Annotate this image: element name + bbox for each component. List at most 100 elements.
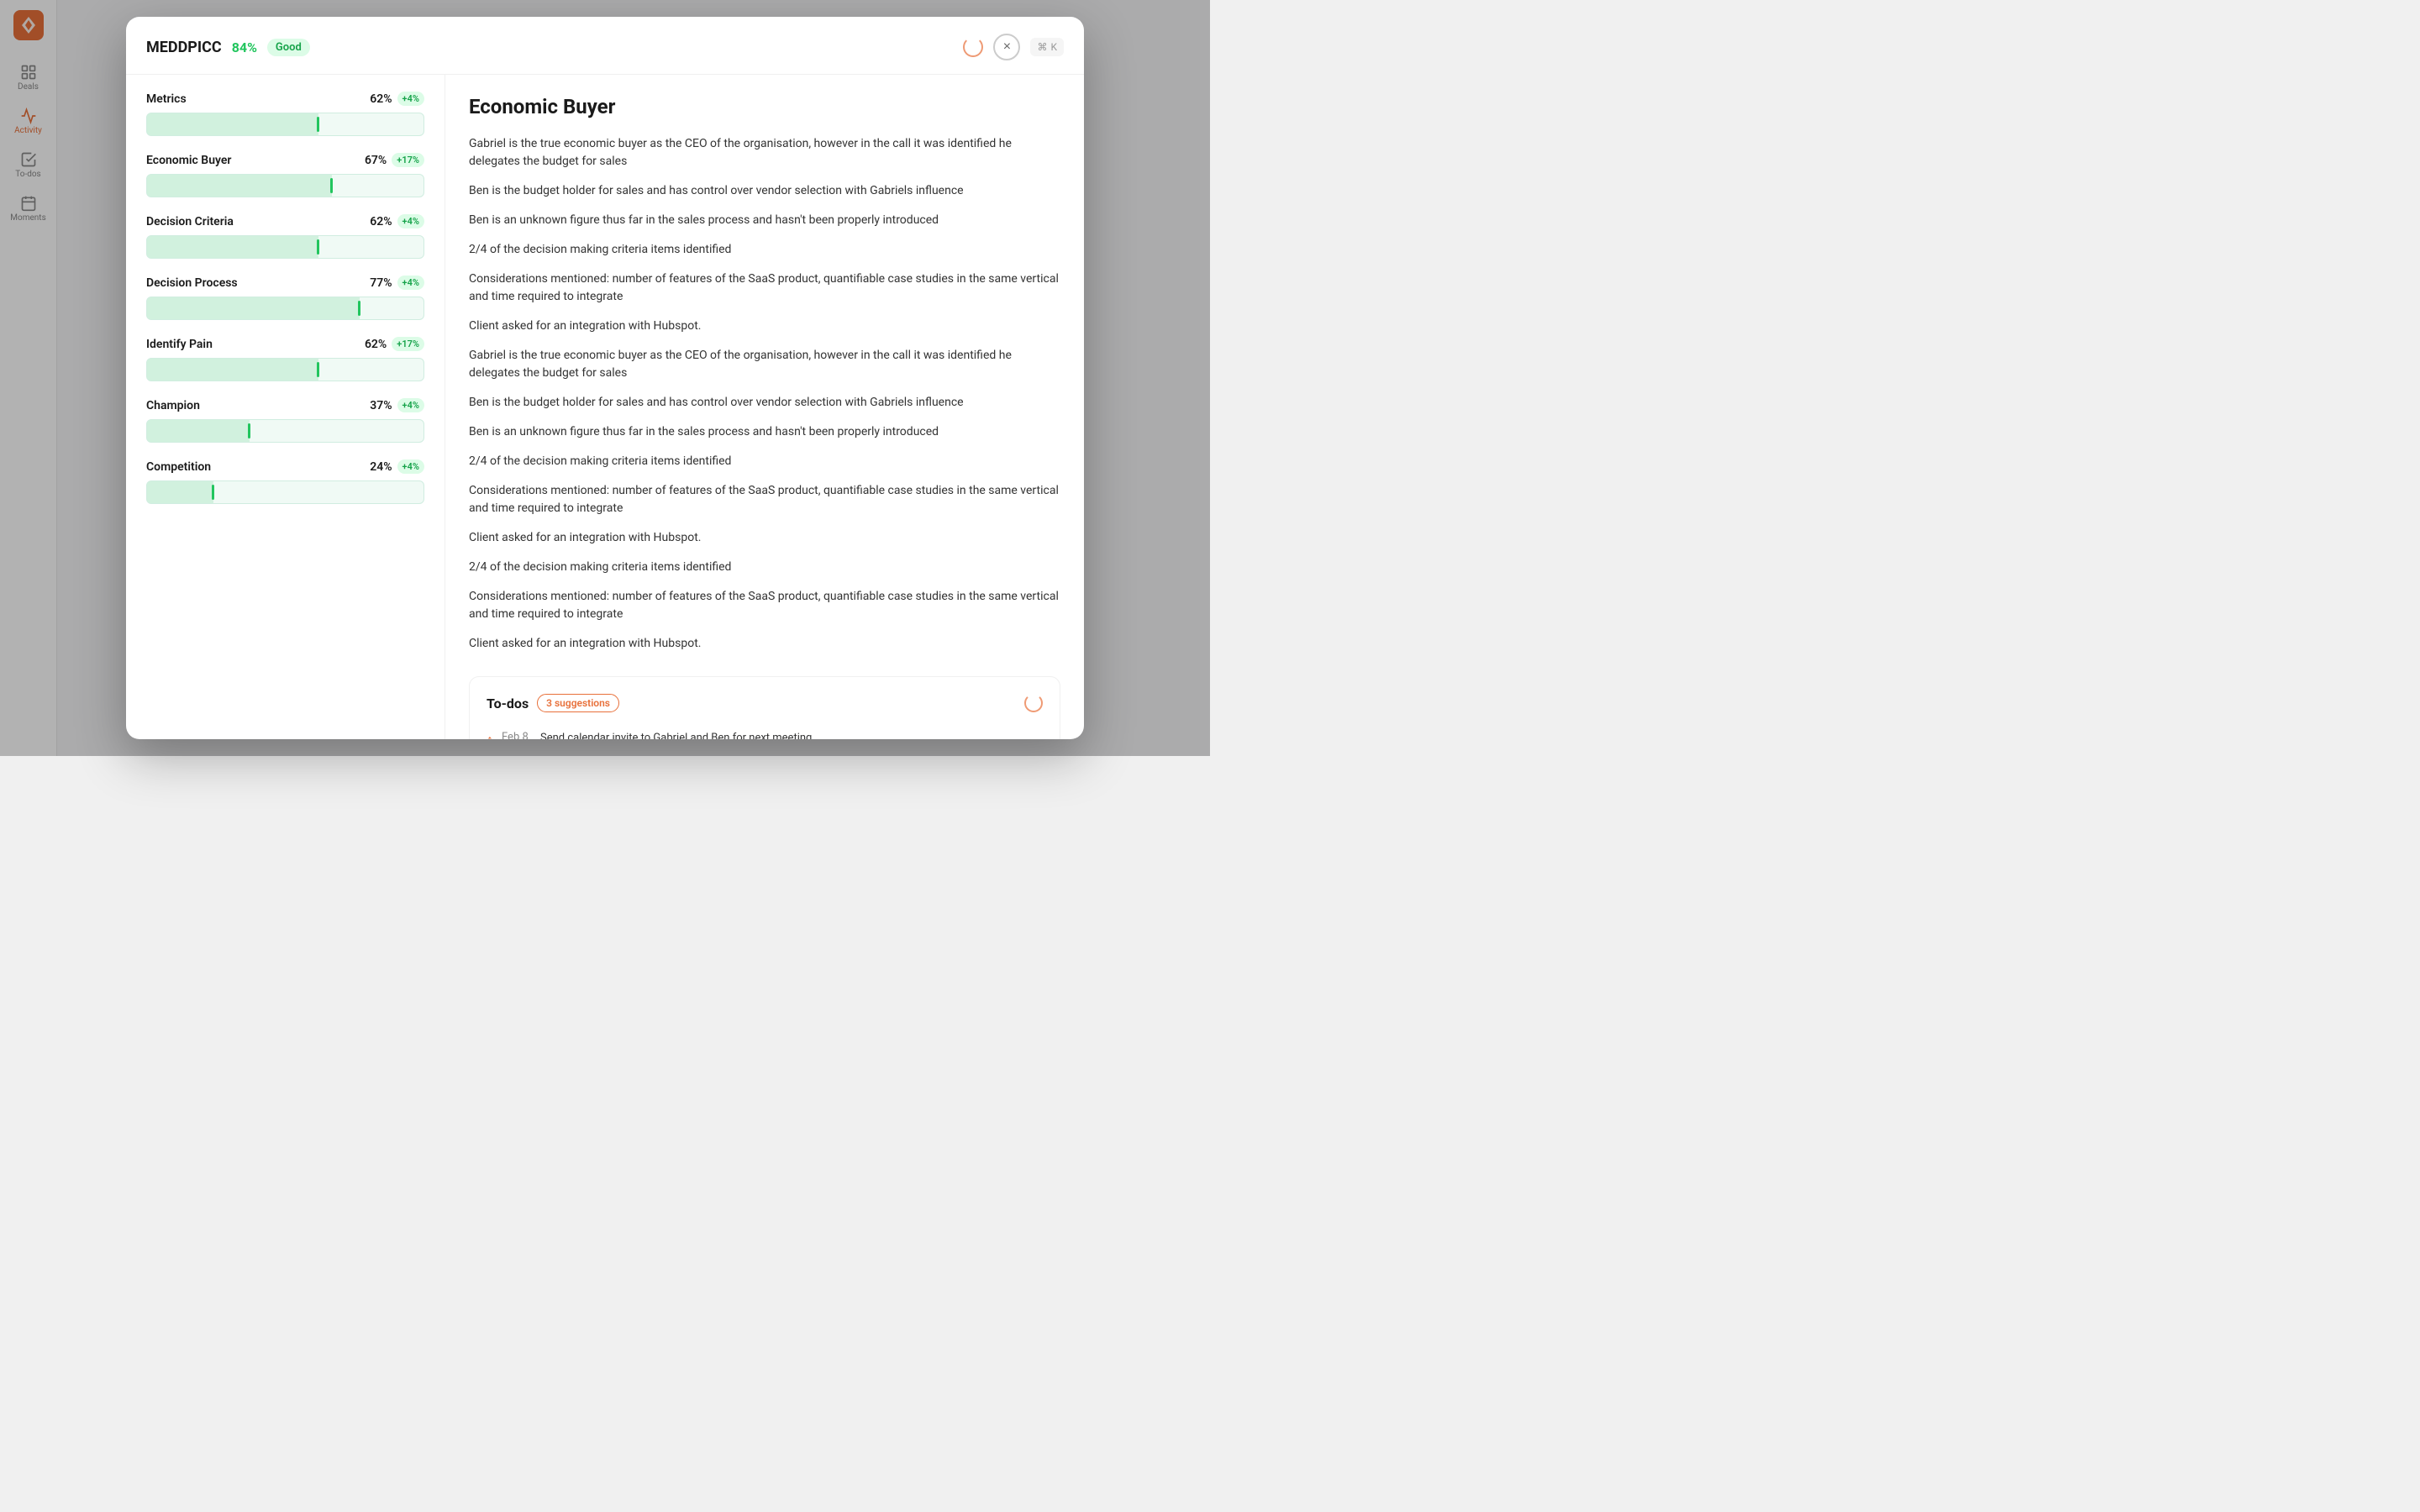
detail-bullet: Gabriel is the true economic buyer as th… [469,135,1060,171]
category-score: 62% +4% [370,92,424,106]
progress-bar-container [146,358,424,381]
progress-bar-container [146,419,424,443]
suggestions-badge: 3 suggestions [537,694,619,712]
categories-panel: Metrics62%+4%Economic Buyer67%+17%Decisi… [126,75,445,739]
todos-list: ↑ Feb 8 Send calendar invite to Gabriel an… [487,726,1043,739]
detail-bullet: Ben is an unknown figure thus far in the… [469,212,1060,229]
category-score: 67%+17% [365,153,424,167]
detail-bullet: 2/4 of the decision making criteria item… [469,559,1060,576]
category-item[interactable]: Economic Buyer 67%+17% [146,153,424,197]
detail-bullet: Considerations mentioned: number of feat… [469,482,1060,517]
detail-bullet: Client asked for an integration with Hub… [469,318,1060,335]
todos-title: To-dos [487,696,529,711]
todo-item: ↑ Feb 8 Send calendar invite to Gabriel an… [487,726,1043,739]
category-item[interactable]: Decision Criteria 62% +4% [146,214,424,259]
delta-badge: +4% [397,398,424,412]
detail-bullet: Client asked for an integration with Hub… [469,529,1060,547]
detail-panel: Economic Buyer Gabriel is the true econo… [445,75,1084,739]
loading-spinner [963,37,983,57]
category-name: Champion [146,399,200,412]
category-name: Identify Pain [146,338,213,351]
category-header: Decision Criteria 62% +4% [146,214,424,228]
score-value: 67% [365,154,387,167]
cmd-icon: ⌘ [1037,41,1047,53]
progress-bar-marker [330,178,333,193]
progress-bar-marker [317,117,319,132]
category-score: 62% +17% [365,337,424,351]
category-item[interactable]: Champion 37% +4% [146,398,424,443]
category-header: Competition 24% +4% [146,459,424,474]
category-header: Champion 37% +4% [146,398,424,412]
todo-text: Send calendar invite to Gabriel and Ben … [540,731,812,739]
progress-bar-marker [358,301,360,316]
delta-badge: +4% [397,459,424,474]
score-value: 62% [370,215,392,228]
category-name: Economic Buyer [146,154,231,167]
progress-bar-marker [212,485,214,500]
detail-bullet: Ben is an unknown figure thus far in the… [469,423,1060,441]
category-header: Identify Pain 62% +17% [146,337,424,351]
modal-header-actions: × ⌘ ⌘K K [963,34,1064,60]
close-button[interactable]: × [993,34,1020,60]
modal-header: MEDDPICC 84% Good × ⌘ ⌘K K [126,17,1084,75]
score-value: 37% [370,399,392,412]
detail-bullet: Considerations mentioned: number of feat… [469,270,1060,306]
progress-bar-fill [147,420,250,442]
category-name: Competition [146,460,211,474]
progress-bar-fill [147,297,360,319]
delta-badge: +17% [392,337,424,351]
progress-bar-fill [147,236,318,258]
progress-bar-marker [317,239,319,255]
progress-bar-marker [317,362,319,377]
score-value: 62% [370,92,392,106]
category-score: 24% +4% [370,459,424,474]
category-name: Metrics [146,92,187,106]
meddpicc-modal: MEDDPICC 84% Good × ⌘ ⌘K K Metrics 62% +4%… [126,17,1084,739]
progress-bar-fill [147,113,318,135]
category-item[interactable]: Identify Pain 62% +17% [146,337,424,381]
detail-bullet: 2/4 of the decision making criteria item… [469,453,1060,470]
progress-bar-fill [147,359,318,381]
score-value: 24% [370,460,392,474]
detail-bullet: Ben is the budget holder for sales and h… [469,182,1060,200]
delta-badge: +4% [397,214,424,228]
category-score: 77% +4% [370,276,424,290]
detail-bullet: 2/4 of the decision making criteria item… [469,241,1060,259]
detail-bullet: Considerations mentioned: number of feat… [469,588,1060,623]
modal-framework-title: MEDDPICC [146,39,222,56]
todos-spinner [1024,694,1043,712]
todo-arrow-icon: ↑ [487,732,493,739]
category-header: Decision Process 77% +4% [146,276,424,290]
category-score: 37% +4% [370,398,424,412]
todos-header: To-dos 3 suggestions [487,694,1043,712]
detail-bullet: Gabriel is the true economic buyer as th… [469,347,1060,382]
modal-score-label: Good [267,39,310,56]
category-header: Metrics 62% +4% [146,92,424,106]
progress-bar-marker [248,423,250,438]
detail-bullets-list: Gabriel is the true economic buyer as th… [469,135,1060,653]
modal-overlay[interactable]: MEDDPICC 84% Good × ⌘ ⌘K K Metrics 62% +4%… [0,0,1210,756]
score-value: 77% [370,276,392,290]
progress-bar-container [146,297,424,320]
keyboard-shortcut: ⌘ ⌘K K [1030,38,1064,56]
category-item[interactable]: Competition 24% +4% [146,459,424,504]
delta-badge: +4% [397,92,424,106]
category-name: Decision Process [146,276,238,290]
score-value: 62% [365,338,387,351]
progress-bar-container [146,480,424,504]
category-header: Economic Buyer 67%+17% [146,153,424,167]
category-score: 62% +4% [370,214,424,228]
progress-bar-container [146,113,424,136]
todo-date: Feb 8 [502,731,532,739]
detail-bullet: Client asked for an integration with Hub… [469,635,1060,653]
category-name: Decision Criteria [146,215,234,228]
category-item[interactable]: Decision Process 77% +4% [146,276,424,320]
todos-section: To-dos 3 suggestions ↑ Feb 8 Send calendar… [469,676,1060,739]
progress-bar-fill [147,481,213,503]
modal-body: Metrics62%+4%Economic Buyer67%+17%Decisi… [126,75,1084,739]
detail-bullet: Ben is the budget holder for sales and h… [469,394,1060,412]
category-item[interactable]: Metrics 62% +4% [146,92,424,136]
delta-badge: +4% [397,276,424,290]
detail-title: Economic Buyer [469,95,1060,118]
progress-bar-container [146,174,424,197]
